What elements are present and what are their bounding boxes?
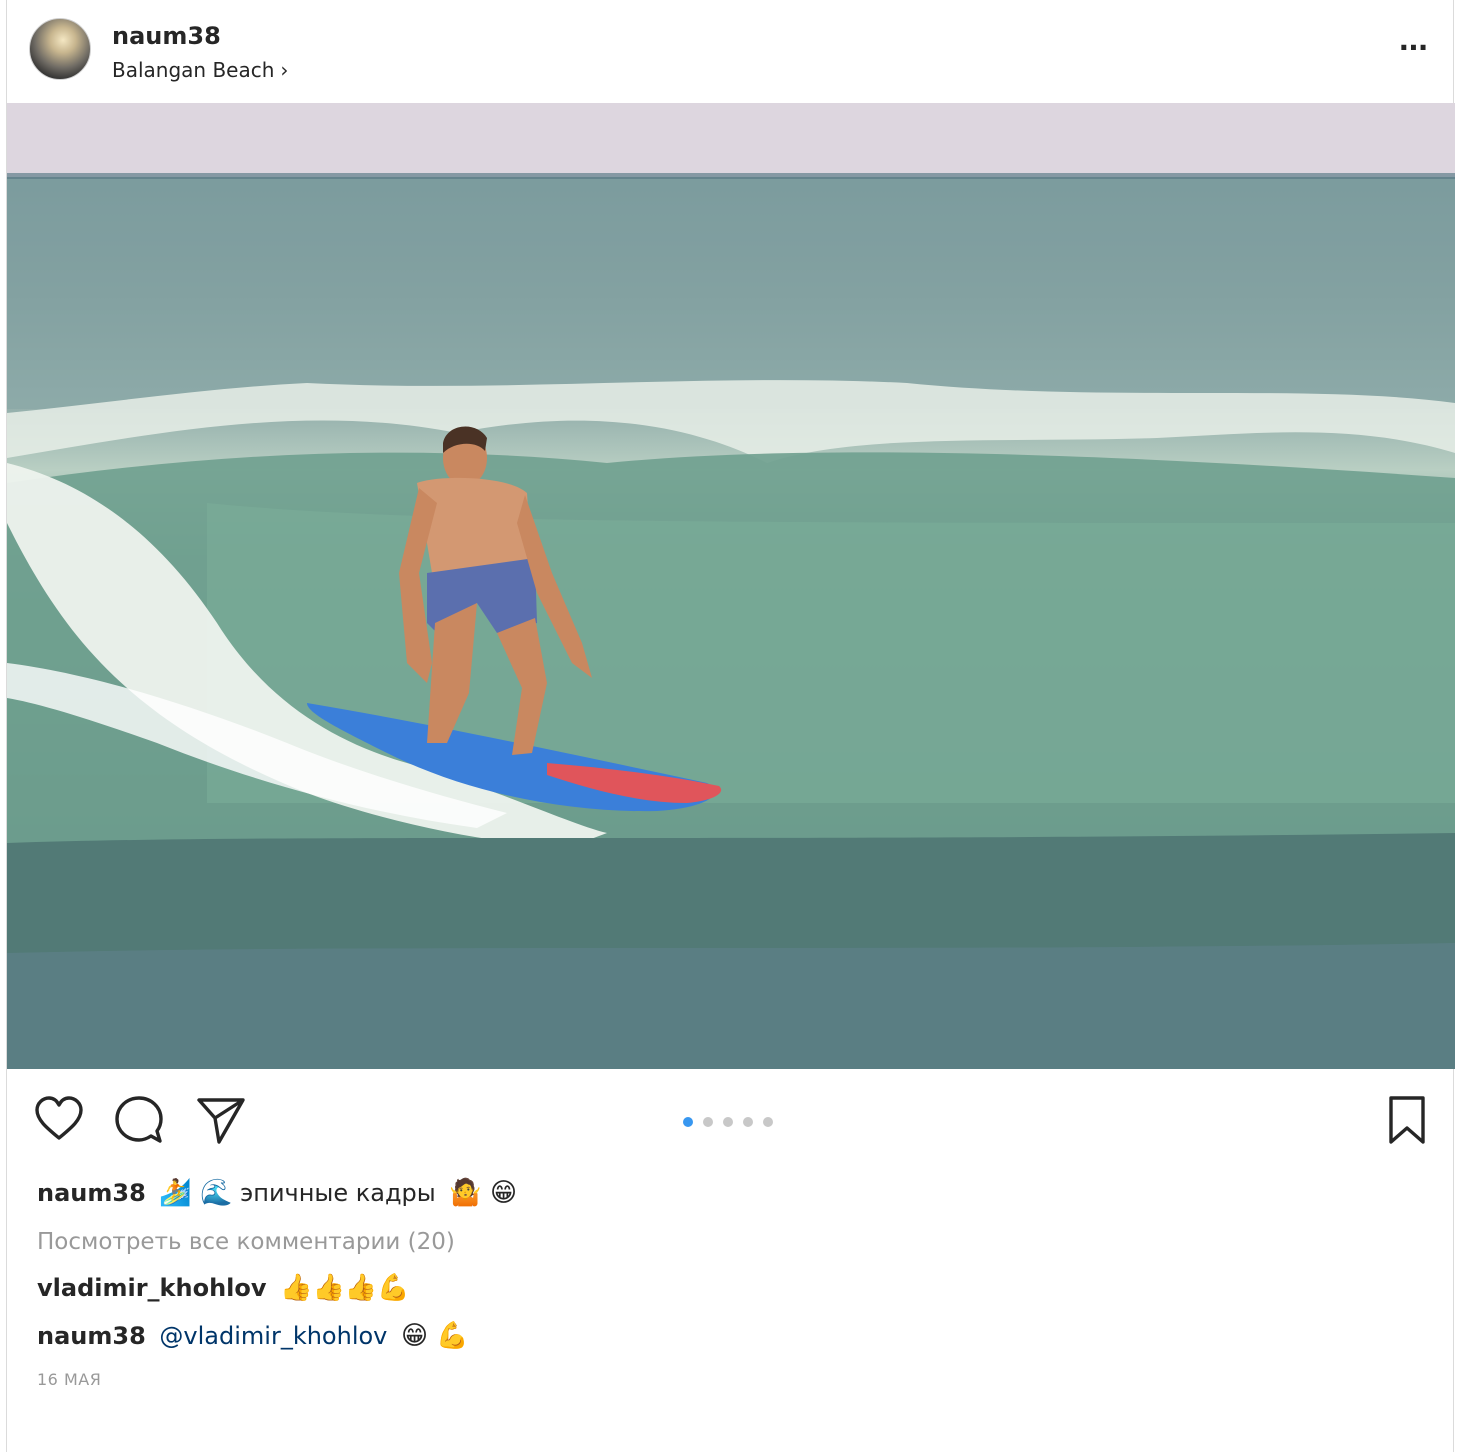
post-location[interactable]: Balangan Beach › — [112, 58, 288, 82]
surf-photo-illustration — [7, 103, 1455, 1069]
sky — [7, 103, 1455, 177]
comment-text: 😁 💪 — [401, 1321, 469, 1351]
caption-text: эпичные кадры — [240, 1179, 436, 1207]
post-caption: naum38 🏄 🌊 эпичные кадры 🤷 😁 — [37, 1176, 517, 1210]
carousel-dot — [763, 1117, 773, 1127]
comment-icon[interactable] — [113, 1094, 165, 1146]
post-photo[interactable] — [7, 103, 1455, 1069]
carousel-indicator — [683, 1112, 783, 1127]
more-options-icon[interactable]: ··· — [1397, 28, 1429, 68]
comment: naum38 @vladimir_khohlov 😁 💪 — [37, 1321, 469, 1351]
caption-username[interactable]: naum38 — [37, 1179, 146, 1207]
post-username[interactable]: naum38 — [112, 22, 221, 50]
instagram-post: naum38 Balangan Beach › ··· naum38 🏄 🌊 э… — [6, 0, 1455, 1452]
bookmark-icon[interactable] — [1381, 1094, 1433, 1146]
chevron-right-icon: › — [280, 58, 289, 82]
carousel-dot — [703, 1117, 713, 1127]
comment-username[interactable]: vladimir_khohlov — [37, 1274, 267, 1302]
carousel-dot — [723, 1117, 733, 1127]
heart-icon[interactable] — [33, 1094, 85, 1146]
share-icon[interactable] — [195, 1094, 247, 1146]
comment-mention-link[interactable]: @vladimir_khohlov — [159, 1322, 387, 1350]
carousel-dot — [743, 1117, 753, 1127]
location-label[interactable]: Balangan Beach — [112, 58, 274, 82]
view-all-comments-link[interactable]: Посмотреть все комментарии (20) — [37, 1229, 455, 1255]
caption-emoji-before: 🏄 🌊 — [159, 1178, 233, 1208]
comment-text: 👍👍👍💪 — [280, 1273, 410, 1303]
post-date[interactable]: 16 МАЯ — [37, 1370, 101, 1389]
comment-username[interactable]: naum38 — [37, 1322, 146, 1350]
avatar[interactable] — [29, 18, 91, 80]
carousel-dot-active — [683, 1117, 693, 1127]
comment: vladimir_khohlov 👍👍👍💪 — [37, 1273, 410, 1303]
caption-emoji-after: 🤷 😁 — [449, 1178, 518, 1208]
post-header: naum38 Balangan Beach › ··· — [7, 0, 1455, 103]
